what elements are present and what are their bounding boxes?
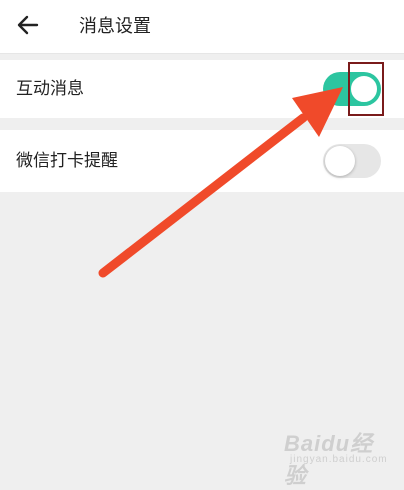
watermark-url: jingyan.baidu.com (290, 454, 388, 465)
annotation-arrow (98, 87, 343, 278)
annotation-highlight-box (348, 62, 384, 116)
watermark: Baidu经验 jingyan.baidu.com (284, 418, 394, 488)
